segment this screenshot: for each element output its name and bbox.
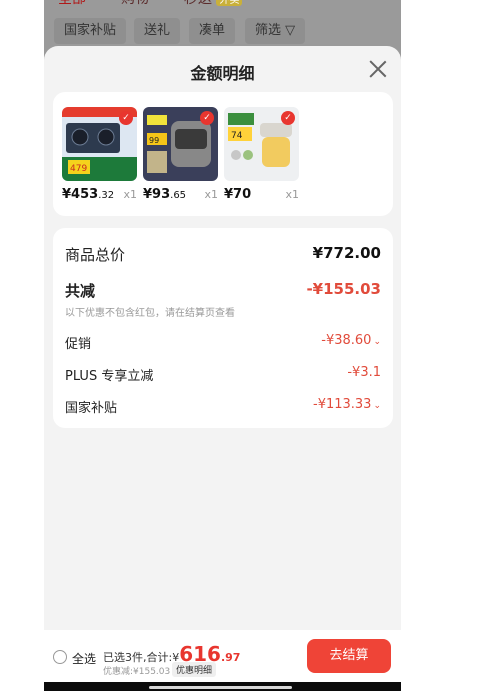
phone-screen: 全部 购物 秒送 外卖 国家补贴 送礼 凑单 筛选 ▽ 金额明细 xyxy=(44,0,401,691)
tab-instant-delivery-label: 秒送 xyxy=(184,0,212,7)
discount-detail-button[interactable]: 优惠明细 xyxy=(172,662,217,677)
plus-label: PLUS 专享立减 xyxy=(65,369,154,384)
select-all-label[interactable]: 全选 xyxy=(72,650,96,667)
promo-value: -¥38.60 ⌄ xyxy=(321,333,381,348)
svg-text:74: 74 xyxy=(231,131,243,141)
select-all-radio[interactable] xyxy=(53,650,67,664)
filter-gift[interactable]: 送礼 xyxy=(134,18,181,44)
checkout-button[interactable]: 去结算 xyxy=(307,639,391,673)
filter-row: 国家补贴 送礼 凑单 筛选 ▽ xyxy=(44,18,401,46)
tab-instant-delivery[interactable]: 秒送 外卖 xyxy=(184,0,243,8)
checkout-bar: 全选 已选3件,合计:¥616.97 优惠减:¥155.03 优惠明细 去结算 xyxy=(44,630,401,682)
product-price: ¥93.65 xyxy=(143,187,187,202)
blender-thumbnail: 74 ✓ xyxy=(224,107,299,181)
amount-detail-sheet: 金额明细 479 ✓ ¥453.32 x1 99 ✓ ¥93.65 x1 74 … xyxy=(44,46,401,691)
subsidy-value: -¥113.33 ⌄ xyxy=(313,397,381,412)
promo-label: 促销 xyxy=(65,337,92,352)
plus-value: -¥3.1 xyxy=(347,365,381,380)
product-qty: x1 xyxy=(204,188,218,201)
product-qty: x1 xyxy=(123,188,137,201)
filter-subsidy[interactable]: 国家补贴 xyxy=(54,18,127,44)
sheet-title: 金额明细 xyxy=(190,64,255,83)
discount-note: 以下优惠不包含红包，请在结算页查看 xyxy=(65,308,235,319)
product-item[interactable]: 74 ✓ ¥70 x1 xyxy=(224,107,299,207)
top-tab-bar: 全部 购物 秒送 外卖 xyxy=(44,0,401,12)
product-qty: x1 xyxy=(285,188,299,201)
svg-text:99: 99 xyxy=(149,136,159,145)
product-price: ¥453.32 xyxy=(62,187,115,202)
rice-cooker-thumbnail: 99 ✓ xyxy=(143,107,218,181)
selected-check-icon: ✓ xyxy=(200,111,214,125)
tab-all[interactable]: 全部 xyxy=(58,0,86,8)
filter-bundle[interactable]: 凑单 xyxy=(189,18,236,44)
discount-summary: 优惠减:¥155.03 xyxy=(103,667,171,677)
filter-more[interactable]: 筛选 ▽ xyxy=(245,18,306,44)
product-item[interactable]: 99 ✓ ¥93.65 x1 xyxy=(143,107,218,207)
selected-check-icon: ✓ xyxy=(281,111,295,125)
price-detail-card: 商品总价 ¥772.00 共减 -¥155.03 以下优惠不包含红包，请在结算页… xyxy=(53,228,393,428)
total-price-value: ¥772.00 xyxy=(312,244,381,262)
product-item[interactable]: 479 ✓ ¥453.32 x1 xyxy=(62,107,137,207)
total-price-label: 商品总价 xyxy=(65,246,126,264)
total-discount-label: 共减 xyxy=(65,282,96,300)
subsidy-label: 国家补贴 xyxy=(65,401,118,416)
total-discount-value: -¥155.03 xyxy=(306,280,381,298)
product-price: ¥70 xyxy=(224,187,252,202)
selected-check-icon: ✓ xyxy=(119,111,133,125)
gas-stove-thumbnail: 479 ✓ xyxy=(62,107,137,181)
chevron-down-icon: ⌄ xyxy=(373,337,381,347)
takeout-badge: 外卖 xyxy=(216,0,243,6)
tab-shopping[interactable]: 购物 xyxy=(121,0,149,8)
home-indicator[interactable] xyxy=(149,686,292,689)
product-list-card: 479 ✓ ¥453.32 x1 99 ✓ ¥93.65 x1 74 ✓ ¥70… xyxy=(53,92,393,216)
chevron-down-icon: ⌄ xyxy=(373,401,381,411)
close-icon[interactable] xyxy=(369,60,387,78)
svg-text:479: 479 xyxy=(70,164,87,174)
